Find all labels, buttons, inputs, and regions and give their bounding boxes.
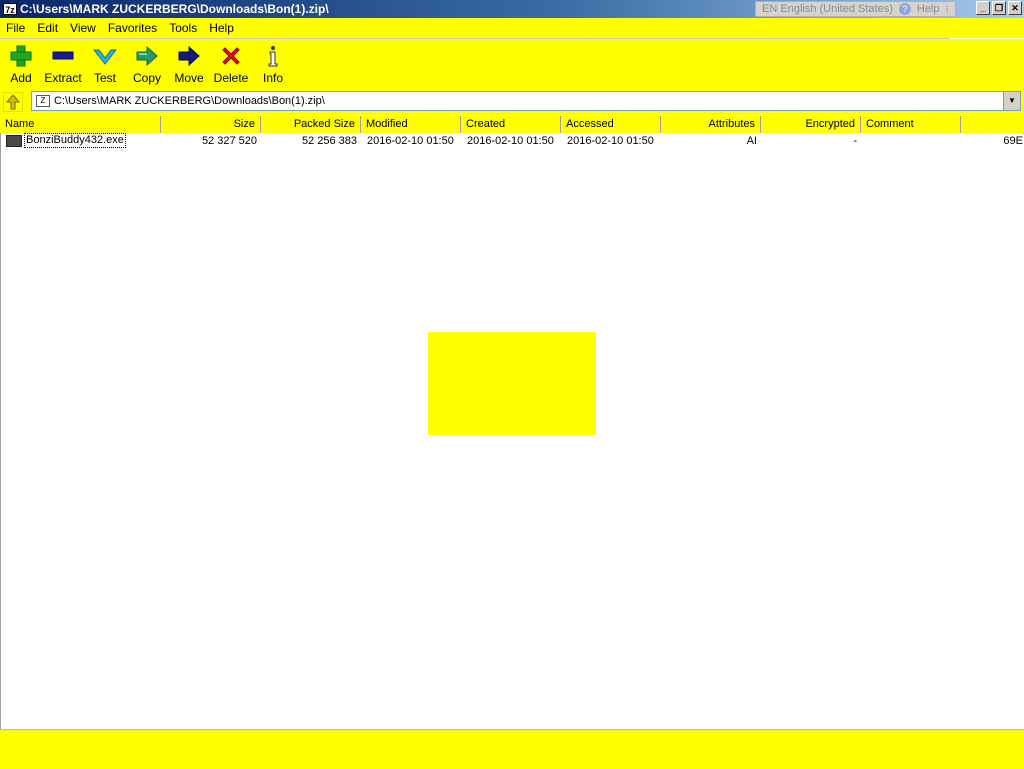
check-icon: [93, 49, 117, 65]
minus-icon: [52, 51, 74, 60]
copy-label: Copy: [132, 71, 161, 85]
add-button[interactable]: Add: [0, 39, 42, 85]
highlight-box: [428, 332, 596, 435]
menu-edit[interactable]: Edit: [31, 21, 64, 35]
test-button[interactable]: Test: [84, 39, 126, 85]
file-modified: 2016-02-10 01:50: [367, 135, 454, 147]
delete-button[interactable]: Delete: [210, 39, 252, 85]
menu-file[interactable]: File: [0, 21, 31, 35]
menu-view[interactable]: View: [64, 21, 102, 35]
test-label: Test: [93, 71, 116, 85]
move-label: Move: [174, 71, 204, 85]
help-label[interactable]: Help: [917, 3, 940, 15]
column-attributes[interactable]: Attributes: [661, 116, 761, 133]
file-packed-size: 52 256 383: [301, 135, 357, 147]
column-encrypted[interactable]: Encrypted: [761, 116, 861, 133]
chevron-down-icon[interactable]: ▼: [1003, 92, 1020, 110]
folder-up-button[interactable]: [3, 92, 23, 112]
column-accessed[interactable]: Accessed: [561, 116, 661, 133]
file-name-cell[interactable]: BonziBuddy432.exe: [1, 133, 162, 150]
file-created: 2016-02-10 01:50: [467, 135, 554, 147]
delete-x-icon: [222, 47, 240, 65]
column-packed-size[interactable]: Packed Size: [261, 116, 361, 133]
archive-icon: Z: [36, 95, 50, 107]
column-comment[interactable]: Comment: [861, 116, 961, 133]
menu-bar: File Edit View Favorites Tools Help: [0, 18, 1024, 38]
close-icon[interactable]: ✕: [1008, 1, 1022, 15]
path-input[interactable]: C:\Users\MARK ZUCKERBERG\Downloads\Bon(1…: [54, 95, 1003, 107]
lang-options-icon[interactable]: ⁝: [946, 3, 950, 16]
column-extra[interactable]: [961, 116, 1024, 133]
file-attributes: AI: [746, 135, 757, 147]
path-combobox[interactable]: Z C:\Users\MARK ZUCKERBERG\Downloads\Bon…: [31, 91, 1021, 111]
menu-tools[interactable]: Tools: [163, 21, 203, 35]
column-created[interactable]: Created: [461, 116, 561, 133]
copy-arrow-icon: [136, 45, 158, 67]
column-name[interactable]: Name: [0, 116, 161, 133]
file-name[interactable]: BonziBuddy432.exe: [24, 133, 126, 148]
status-bar: [0, 729, 1024, 769]
file-encrypted: -: [853, 135, 857, 147]
info-label: Info: [262, 71, 283, 85]
extract-button[interactable]: Extract: [42, 39, 84, 85]
info-icon: [268, 46, 278, 67]
menu-help[interactable]: Help: [203, 21, 240, 35]
folder-up-icon: [5, 94, 21, 110]
file-comment: [862, 133, 962, 150]
file-accessed: 2016-02-10 01:50: [567, 135, 654, 147]
plus-icon: [10, 45, 32, 67]
app-icon: 7z: [3, 3, 17, 15]
move-button[interactable]: Move: [168, 39, 210, 85]
copy-button[interactable]: Copy: [126, 39, 168, 85]
delete-label: Delete: [213, 71, 249, 85]
extract-label: Extract: [44, 71, 82, 85]
table-row[interactable]: BonziBuddy432.exe 52 327 520 52 256 383 …: [1, 133, 1024, 150]
file-extra: 69E: [1003, 135, 1023, 147]
move-arrow-icon: [178, 45, 200, 67]
column-header-row: Name Size Packed Size Modified Created A…: [0, 116, 1024, 134]
help-icon[interactable]: ?: [898, 3, 911, 15]
info-button[interactable]: Info: [252, 39, 294, 85]
address-bar: Z C:\Users\MARK ZUCKERBERG\Downloads\Bon…: [0, 89, 1024, 115]
add-label: Add: [10, 71, 32, 85]
column-modified[interactable]: Modified: [361, 116, 461, 133]
file-size: 52 327 520: [201, 135, 257, 147]
language-bar[interactable]: EN English (United States) ? Help ⁝: [755, 1, 956, 17]
language-indicator[interactable]: EN English (United States): [762, 3, 893, 15]
menu-favorites[interactable]: Favorites: [102, 21, 163, 35]
minimize-icon[interactable]: _: [976, 1, 990, 15]
exe-file-icon: [6, 134, 22, 147]
window-title: C:\Users\MARK ZUCKERBERG\Downloads\Bon(1…: [20, 2, 329, 16]
column-size[interactable]: Size: [161, 116, 261, 133]
window-controls: _ ❐ ✕: [976, 1, 1022, 15]
restore-icon[interactable]: ❐: [992, 1, 1006, 15]
title-bar: 7z C:\Users\MARK ZUCKERBERG\Downloads\Bo…: [0, 0, 1024, 18]
toolbar: Add Extract Test Copy Move Delete Info: [0, 39, 1024, 89]
